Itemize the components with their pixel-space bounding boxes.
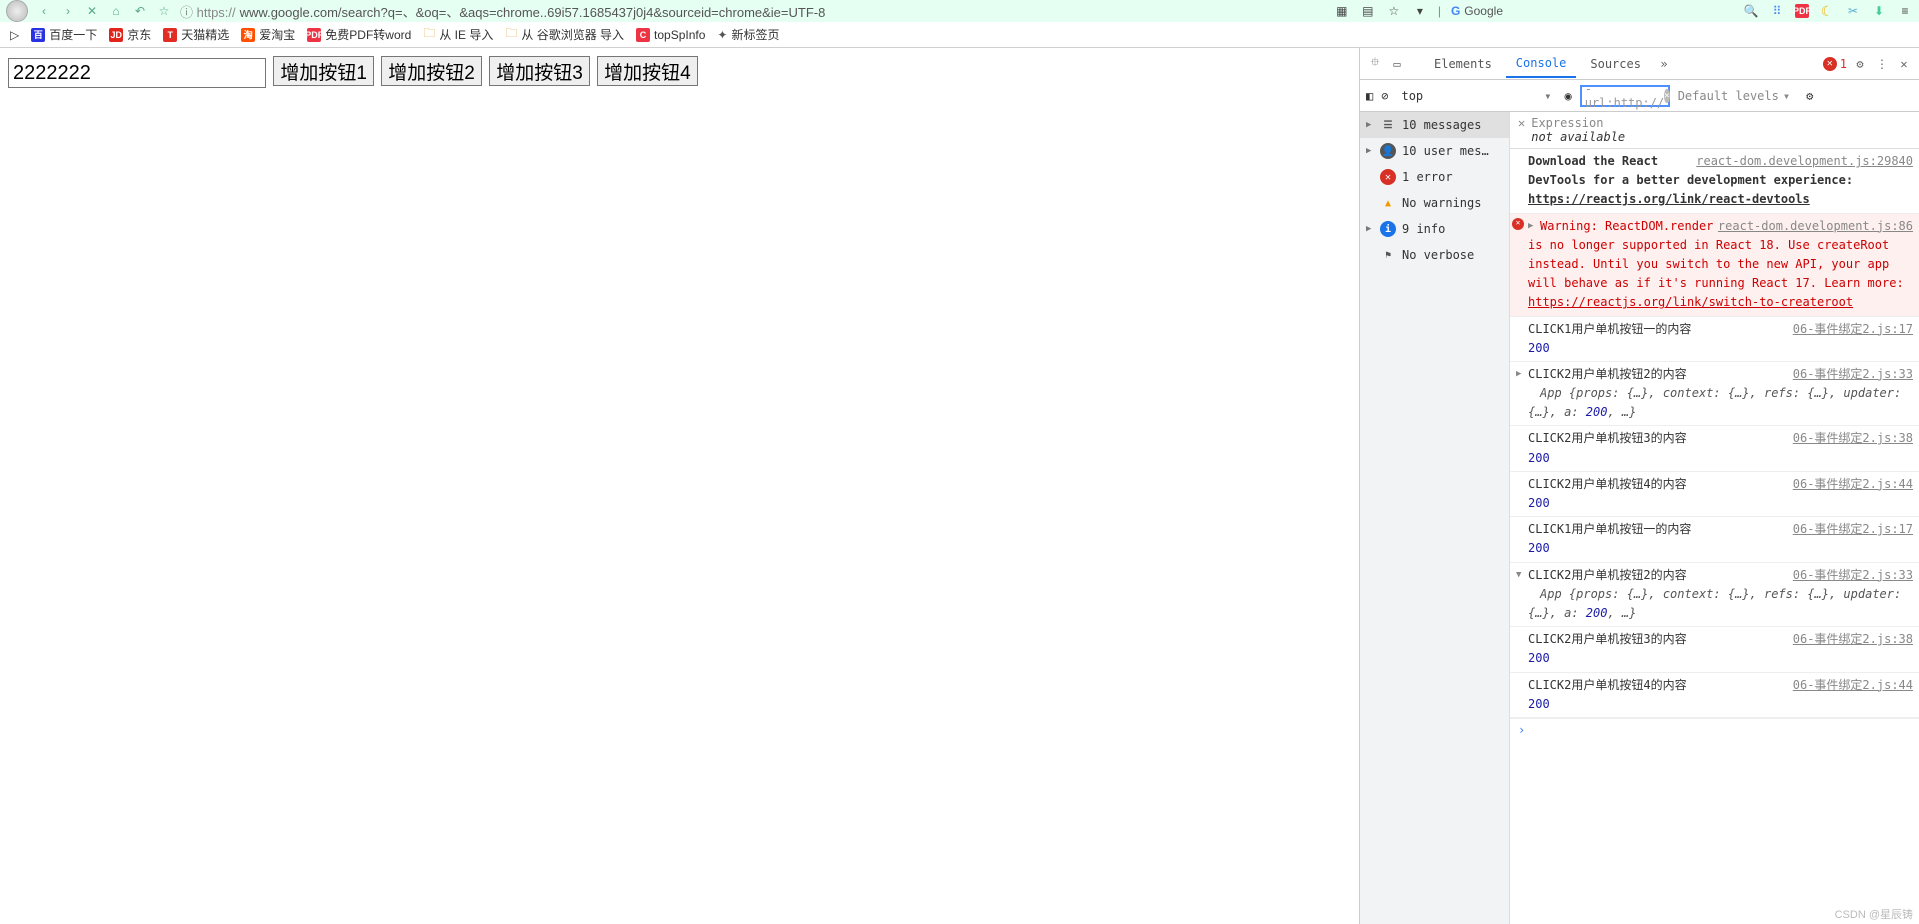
sidebar-messages[interactable]: ▶☰10 messages — [1360, 112, 1509, 138]
watermark: CSDN @星辰铸 — [1835, 906, 1913, 922]
error-icon: ✕ — [1512, 218, 1524, 230]
text-input[interactable] — [8, 58, 266, 88]
console-message: react-dom.development.js:29840 Download … — [1510, 149, 1919, 214]
sidebar-user-messages[interactable]: ▶👤10 user mes… — [1360, 138, 1509, 164]
translate-icon[interactable]: ▤ — [1360, 3, 1376, 19]
sidebar-toggle-icon[interactable]: ◧ — [1366, 89, 1373, 103]
console-message: 06-事件绑定2.js:38CLICK2用户单机按钮3的内容200 — [1510, 627, 1919, 672]
live-expression: ✕ Expressionnot available — [1510, 112, 1919, 149]
tab-console[interactable]: Console — [1506, 50, 1577, 78]
expand-icon[interactable]: ▼ — [1516, 568, 1521, 582]
close-icon[interactable]: ✕ — [84, 4, 100, 18]
console-message: 06-事件绑定2.js:33CLICK2用户单机按钮2的内容▶App {prop… — [1510, 362, 1919, 427]
kebab-icon[interactable]: ⋮ — [1873, 55, 1891, 73]
settings-icon[interactable]: ⚙ — [1851, 55, 1869, 73]
error-badge[interactable]: ✕1 — [1823, 57, 1847, 71]
filter-input[interactable]: -url:http://✕ — [1580, 85, 1670, 107]
bookmarks-toggle[interactable]: ▷ — [10, 28, 19, 42]
console-message: 06-事件绑定2.js:44CLICK2用户单机按钮4的内容200 — [1510, 673, 1919, 718]
bookmark-topsp[interactable]: CtopSpInfo — [636, 28, 705, 42]
forward-icon[interactable]: › — [60, 4, 76, 18]
source-link[interactable]: 06-事件绑定2.js:33 — [1793, 365, 1913, 384]
menu-icon[interactable]: ≡ — [1897, 3, 1913, 19]
tab-sources[interactable]: Sources — [1580, 51, 1651, 77]
chevron-down-icon[interactable]: ▾ — [1412, 3, 1428, 19]
home-icon[interactable]: ⌂ — [108, 4, 124, 18]
address-bar[interactable]: ⓘ https:// www.google.com/search?q=、&oq=… — [180, 2, 1326, 21]
console-message: 06-事件绑定2.js:17CLICK1用户单机按钮一的内容200 — [1510, 317, 1919, 362]
browser-toolbar: ‹ › ✕ ⌂ ↶ ☆ ⓘ https:// www.google.com/se… — [0, 0, 1919, 22]
expand-icon[interactable]: ▶ — [1516, 367, 1521, 381]
qr-icon[interactable]: ▦ — [1334, 3, 1350, 19]
console-output: ✕ Expressionnot available react-dom.deve… — [1510, 112, 1919, 924]
back-icon[interactable]: ‹ — [36, 4, 52, 18]
zoom-icon[interactable]: 🔍 — [1743, 3, 1759, 19]
moon-icon[interactable]: ☾ — [1819, 3, 1835, 19]
bookmarks-bar: ▷ 百百度一下 JD京东 T天猫精选 淘爱淘宝 PDF免费PDF转word 🗀从… — [0, 22, 1919, 48]
source-link[interactable]: react-dom.development.js:86 — [1718, 217, 1913, 236]
bookmark-pdf[interactable]: PDF免费PDF转word — [307, 26, 411, 43]
avatar-icon[interactable] — [6, 0, 28, 22]
tab-elements[interactable]: Elements — [1424, 51, 1502, 77]
devtools-panel: ⯐ ▭ Elements Console Sources » ✕1 ⚙ ⋮ ✕ … — [1359, 48, 1919, 924]
console-message: 06-事件绑定2.js:38CLICK2用户单机按钮3的内容200 — [1510, 426, 1919, 471]
source-link[interactable]: 06-事件绑定2.js:17 — [1793, 320, 1913, 339]
console-error: ✕ ▶ react-dom.development.js:86 Warning:… — [1510, 214, 1919, 317]
bookmark-jd[interactable]: JD京东 — [109, 26, 151, 43]
page-content: 增加按钮1 增加按钮2 增加按钮3 增加按钮4 — [0, 48, 1359, 924]
source-link[interactable]: 06-事件绑定2.js:44 — [1793, 475, 1913, 494]
expand-icon[interactable]: ▶ — [1528, 219, 1533, 233]
sidebar-warnings[interactable]: ▲No warnings — [1360, 190, 1509, 216]
console-toolbar: ◧ ⊘ top▾ ◉ -url:http://✕ Default levels … — [1360, 80, 1919, 112]
bookmark-folder-ie[interactable]: 🗀从 IE 导入 — [423, 24, 493, 45]
console-prompt[interactable]: › — [1510, 718, 1919, 741]
react-createroot-link[interactable]: https://reactjs.org/link/switch-to-creat… — [1528, 295, 1853, 309]
source-link[interactable]: 06-事件绑定2.js:17 — [1793, 520, 1913, 539]
log-levels[interactable]: Default levels ▾ — [1678, 89, 1790, 103]
clear-filter-icon[interactable]: ✕ — [1664, 89, 1669, 103]
sidebar-info[interactable]: ▶i9 info — [1360, 216, 1509, 242]
console-message: 06-事件绑定2.js:33CLICK2用户单机按钮2的内容▼App {prop… — [1510, 563, 1919, 628]
context-selector[interactable]: top▾ — [1396, 86, 1556, 106]
inspect-icon[interactable]: ⯐ — [1366, 55, 1384, 73]
bookmark-tmall[interactable]: T天猫精选 — [163, 26, 229, 43]
pdf-icon[interactable]: PDF — [1795, 4, 1809, 18]
reload-icon[interactable]: ↶ — [132, 4, 148, 18]
source-link[interactable]: 06-事件绑定2.js:38 — [1793, 429, 1913, 448]
bookmark-star-icon[interactable]: ☆ — [1386, 3, 1402, 19]
sidebar-verbose[interactable]: ⚑No verbose — [1360, 242, 1509, 268]
add-button-1[interactable]: 增加按钮1 — [273, 56, 374, 86]
console-settings-icon[interactable]: ⚙ — [1806, 89, 1813, 103]
add-button-4[interactable]: 增加按钮4 — [597, 56, 698, 86]
add-button-3[interactable]: 增加按钮3 — [489, 56, 590, 86]
add-button-2[interactable]: 增加按钮2 — [381, 56, 482, 86]
live-expression-icon[interactable]: ◉ — [1564, 89, 1571, 103]
console-sidebar: ▶☰10 messages ▶👤10 user mes… ✕1 error ▲N… — [1360, 112, 1510, 924]
source-link[interactable]: 06-事件绑定2.js:44 — [1793, 676, 1913, 695]
console-message: 06-事件绑定2.js:44CLICK2用户单机按钮4的内容200 — [1510, 472, 1919, 517]
react-devtools-link[interactable]: https://reactjs.org/link/react-devtools — [1528, 192, 1810, 206]
star-icon[interactable]: ☆ — [156, 4, 172, 18]
source-link[interactable]: react-dom.development.js:29840 — [1696, 152, 1913, 171]
close-expression-icon[interactable]: ✕ — [1518, 116, 1525, 130]
bookmark-newtab[interactable]: ✦新标签页 — [717, 26, 779, 43]
more-tabs-icon[interactable]: » — [1655, 55, 1673, 73]
apps-icon[interactable]: ⠿ — [1769, 3, 1785, 19]
url-protocol: ⓘ https:// — [180, 2, 236, 21]
url-text: www.google.com/search?q=、&oq=、&aqs=chrom… — [240, 2, 826, 21]
google-search-label[interactable]: GGoogle — [1451, 4, 1503, 18]
bookmark-baidu[interactable]: 百百度一下 — [31, 26, 97, 43]
source-link[interactable]: 06-事件绑定2.js:33 — [1793, 566, 1913, 585]
sidebar-errors[interactable]: ✕1 error — [1360, 164, 1509, 190]
device-icon[interactable]: ▭ — [1388, 55, 1406, 73]
bookmark-folder-chrome[interactable]: 🗀从 谷歌浏览器 导入 — [505, 24, 624, 45]
bookmark-aitaobao[interactable]: 淘爱淘宝 — [241, 26, 295, 43]
source-link[interactable]: 06-事件绑定2.js:38 — [1793, 630, 1913, 649]
console-message: 06-事件绑定2.js:17CLICK1用户单机按钮一的内容200 — [1510, 517, 1919, 562]
download-icon[interactable]: ⬇ — [1871, 3, 1887, 19]
devtools-tabs: ⯐ ▭ Elements Console Sources » ✕1 ⚙ ⋮ ✕ — [1360, 48, 1919, 80]
devtools-close-icon[interactable]: ✕ — [1895, 55, 1913, 73]
scissors-icon[interactable]: ✂ — [1845, 3, 1861, 19]
clear-console-icon[interactable]: ⊘ — [1381, 89, 1388, 103]
